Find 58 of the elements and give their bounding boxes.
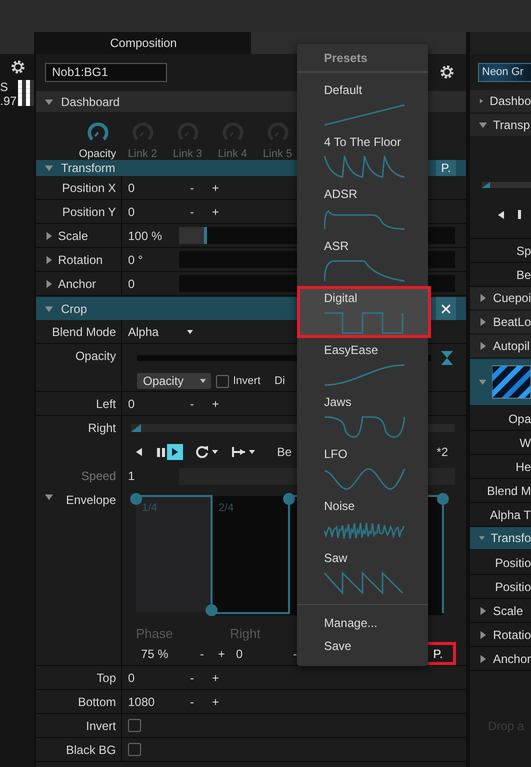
property-label: He	[516, 460, 531, 474]
property-label: Bottom	[78, 694, 116, 708]
property-label: Sp	[516, 244, 531, 258]
property-label: Black BG	[66, 742, 116, 756]
property-label: Top	[96, 670, 116, 684]
property-label: Scale	[58, 228, 88, 242]
parameter-value: 75 %	[141, 646, 170, 660]
section-title: Anchor	[492, 652, 531, 666]
clip-label: .97	[0, 94, 18, 108]
section-title: Rotatio	[492, 628, 531, 642]
property-value: 0	[128, 204, 136, 218]
property-label: Alpha T	[490, 508, 531, 522]
property-label: Left	[96, 396, 116, 410]
section-title: Cuepoi	[492, 291, 531, 305]
section-title: Autopil	[493, 339, 530, 353]
property-label: Opa	[508, 412, 531, 426]
section-title: Crop	[61, 302, 88, 316]
menu-title: Presets	[297, 44, 428, 73]
parameter-value: 0	[236, 646, 244, 660]
property-value: 0	[128, 180, 136, 194]
parameter-label: Right	[230, 626, 260, 641]
beat-mark-label: 1/4	[142, 502, 158, 514]
property-value: 100 %	[128, 228, 164, 242]
property-label: Envelope	[66, 493, 116, 507]
property-label: Opacity	[75, 349, 116, 363]
section-title: Transfo	[490, 531, 531, 545]
parameter-label: Phase	[136, 626, 174, 641]
property-label: Blend M	[486, 484, 531, 498]
property-value: 0	[128, 276, 136, 290]
checkbox-label: Invert	[233, 375, 261, 387]
section-title: BeatLo	[492, 315, 531, 329]
property-label: Right	[88, 421, 116, 435]
property-value: 1080	[128, 694, 156, 708]
property-label: Invert	[86, 718, 116, 732]
property-label: Be	[516, 268, 531, 282]
property-value: 0	[128, 670, 136, 684]
beat-mark-label: 2/4	[218, 502, 234, 514]
property-label: Positio	[494, 580, 531, 594]
section-title: Transp	[493, 118, 530, 132]
property-label: Position X	[62, 180, 116, 194]
property-label: Position Y	[62, 204, 116, 218]
section-title: Dashbo	[490, 94, 531, 108]
property-label: Positio	[494, 556, 531, 570]
property-value: 0	[128, 396, 136, 410]
property-label: W	[520, 436, 531, 450]
option-label: Di	[274, 375, 285, 387]
beat-label: Be	[277, 445, 292, 459]
section-title: Scale	[493, 604, 524, 618]
section-title: Dashboard	[61, 94, 120, 108]
property-label: Blend Mode	[52, 324, 116, 338]
multiplier-label: *2	[436, 445, 448, 459]
property-value: 0 °	[128, 252, 144, 266]
section-title: Transform	[61, 161, 116, 175]
property-value: 1	[128, 469, 136, 483]
property-label: Rotation	[58, 252, 103, 266]
clip-label: S	[0, 80, 10, 94]
property-label: Speed	[81, 469, 116, 483]
property-label: Anchor	[58, 276, 96, 290]
